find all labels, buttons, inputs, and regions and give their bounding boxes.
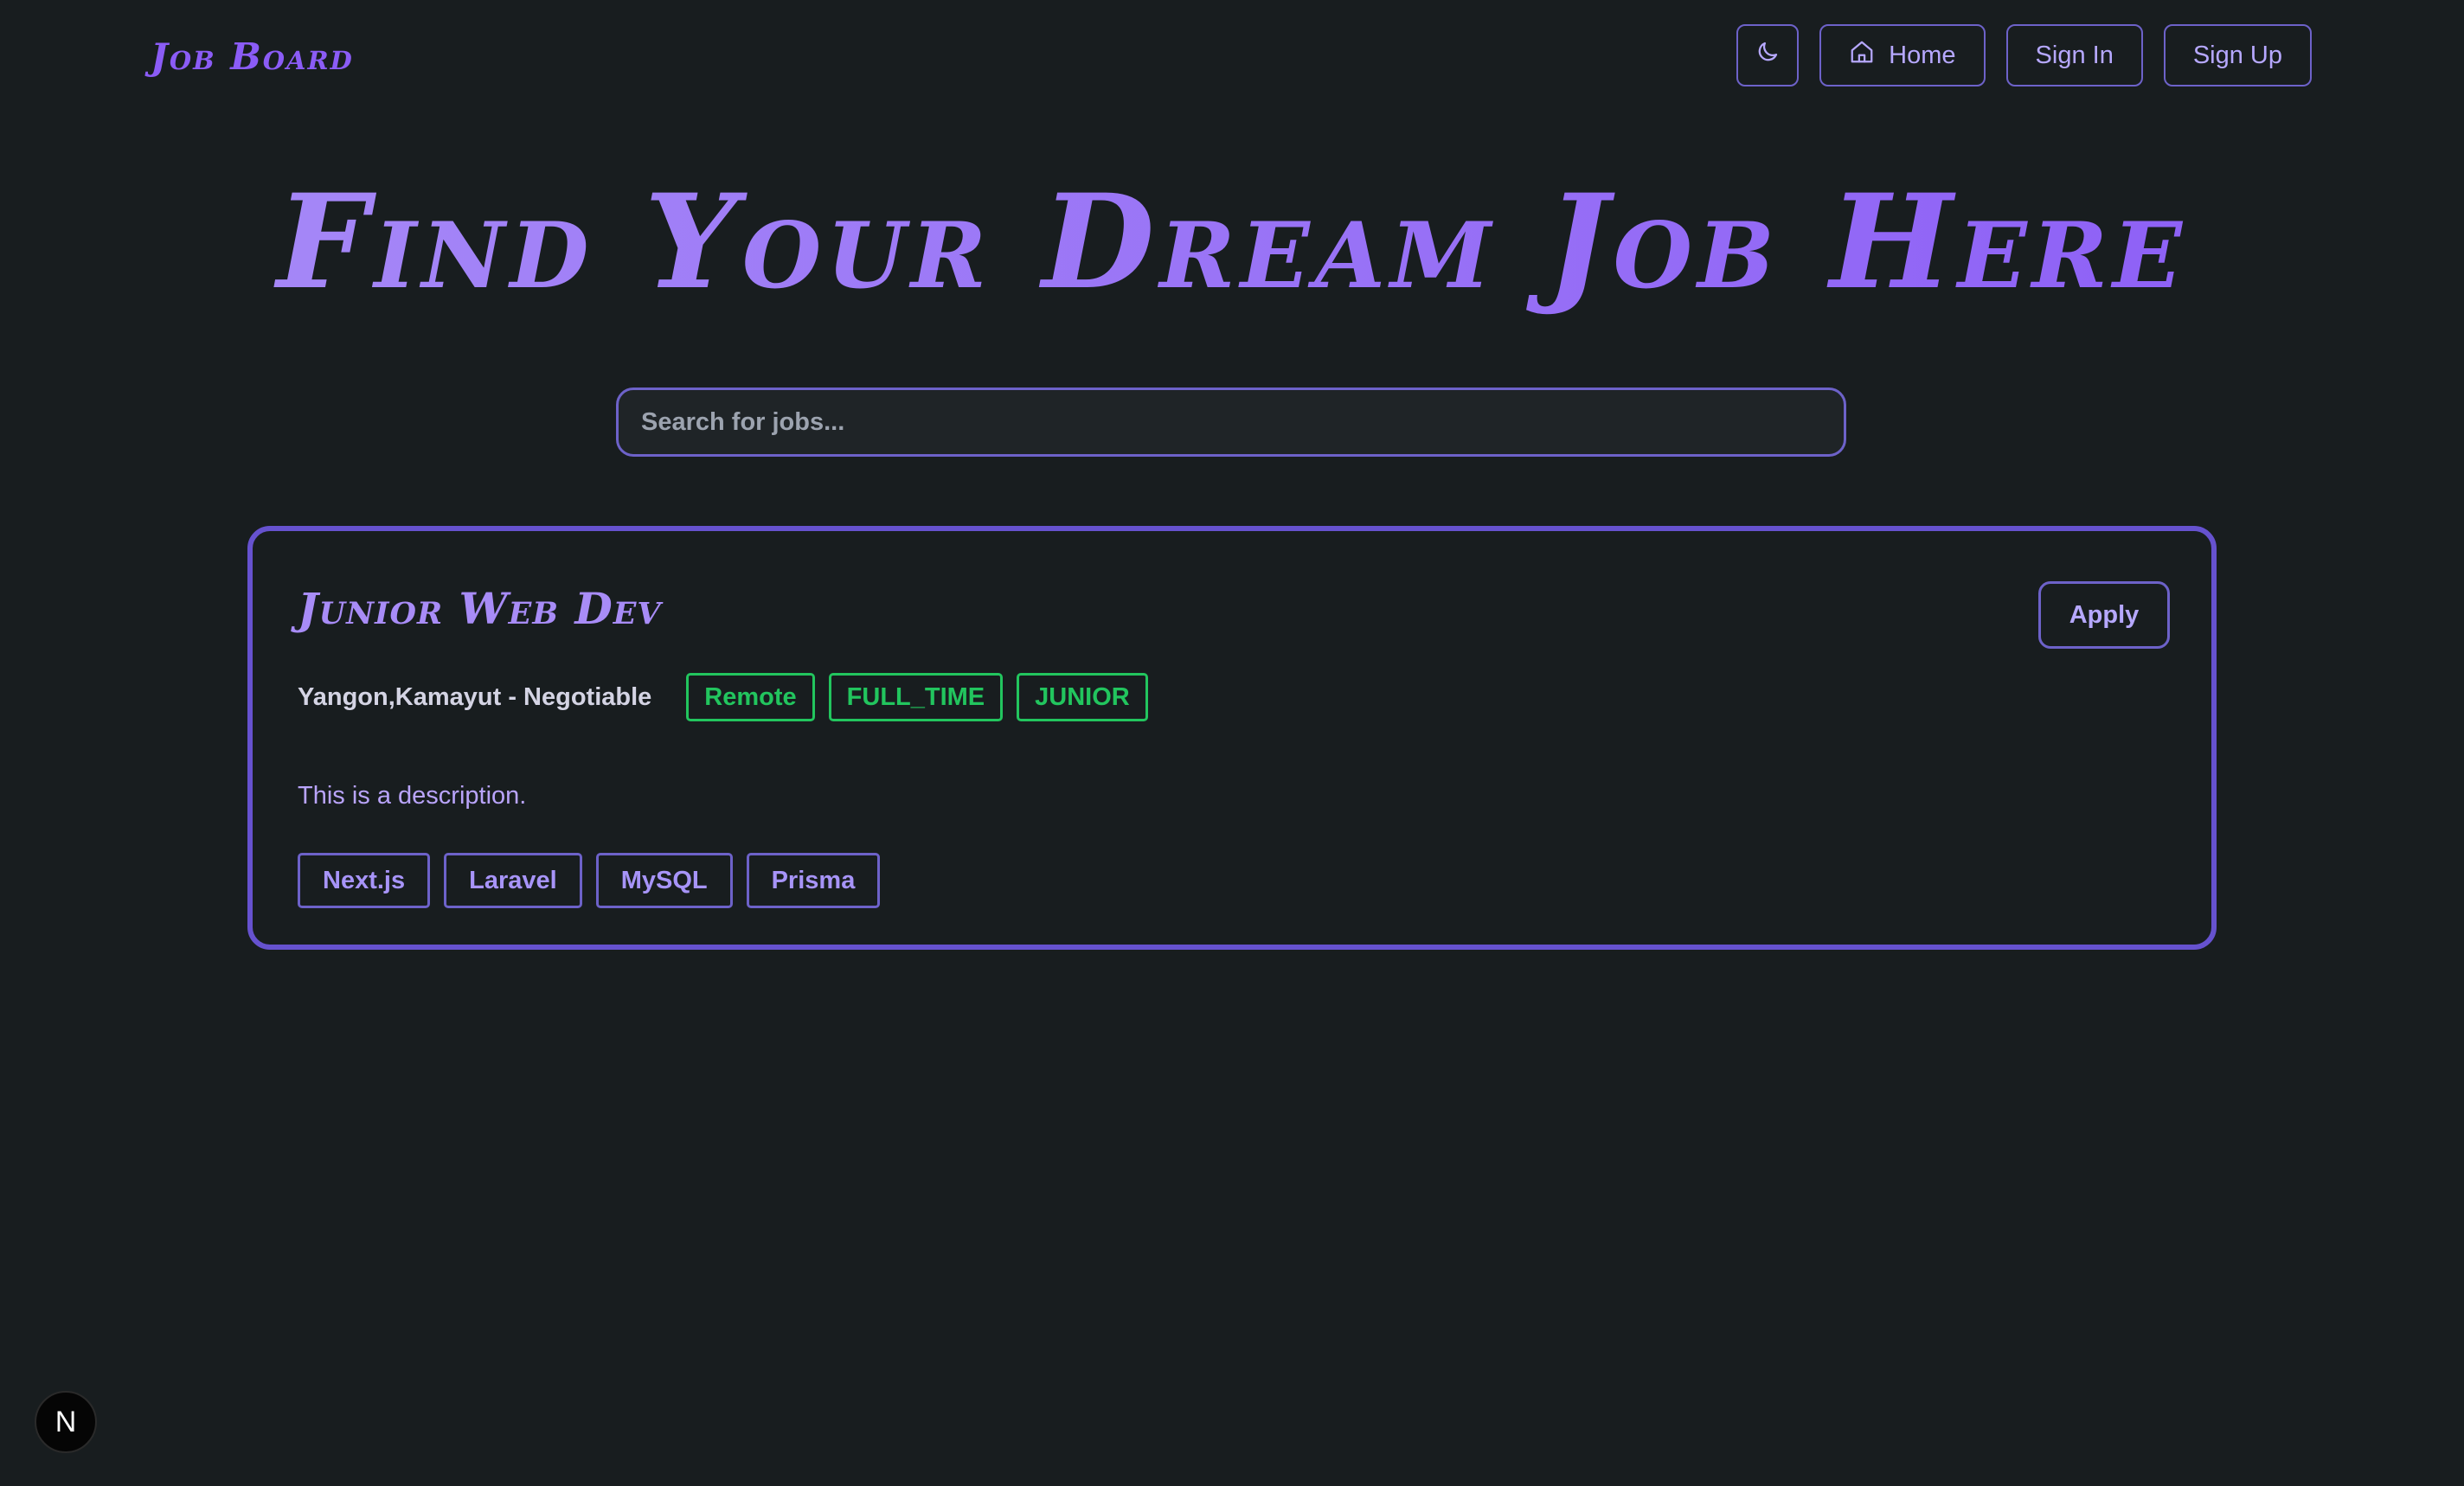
tag-remote: Remote: [686, 673, 815, 721]
home-button[interactable]: Home: [1819, 24, 1986, 86]
job-location-salary: Yangon,Kamayut - Negotiable: [298, 682, 652, 711]
brand-logo[interactable]: Job Board: [151, 33, 354, 81]
job-card: Junior Web Dev Apply Yangon,Kamayut - Ne…: [247, 526, 2217, 950]
skill-tag: MySQL: [595, 853, 733, 908]
home-button-label: Home: [1889, 41, 1956, 69]
theme-toggle-button[interactable]: [1736, 24, 1800, 86]
skill-tag: Next.js: [298, 853, 431, 908]
tag-level: JUNIOR: [1017, 673, 1148, 721]
skill-tags: Next.js Laravel MySQL Prisma: [298, 853, 881, 908]
skill-tag: Laravel: [444, 853, 582, 908]
top-nav: Home Sign In Sign Up: [1736, 24, 2312, 86]
moon-icon: [1755, 39, 1781, 72]
job-description: This is a description.: [298, 782, 527, 810]
home-icon: [1849, 39, 1875, 72]
sign-up-button[interactable]: Sign Up: [2163, 24, 2312, 86]
hero-title: Find Your Dream Job Here: [0, 164, 2464, 320]
sign-in-button[interactable]: Sign In: [2005, 24, 2143, 86]
job-meta-row: Yangon,Kamayut - Negotiable Remote FULL_…: [298, 673, 1148, 721]
job-type-tags: Remote FULL_TIME JUNIOR: [686, 673, 1148, 721]
skill-tag: Prisma: [746, 853, 881, 908]
search-input[interactable]: [616, 388, 1846, 457]
tag-employment-type: FULL_TIME: [828, 673, 1004, 721]
job-title[interactable]: Junior Web Dev: [298, 581, 662, 637]
nextjs-badge-icon[interactable]: N: [35, 1391, 97, 1453]
apply-button[interactable]: Apply: [2038, 581, 2170, 649]
page: Job Board Home Sign In Sign Up Find Your…: [0, 0, 2464, 1486]
